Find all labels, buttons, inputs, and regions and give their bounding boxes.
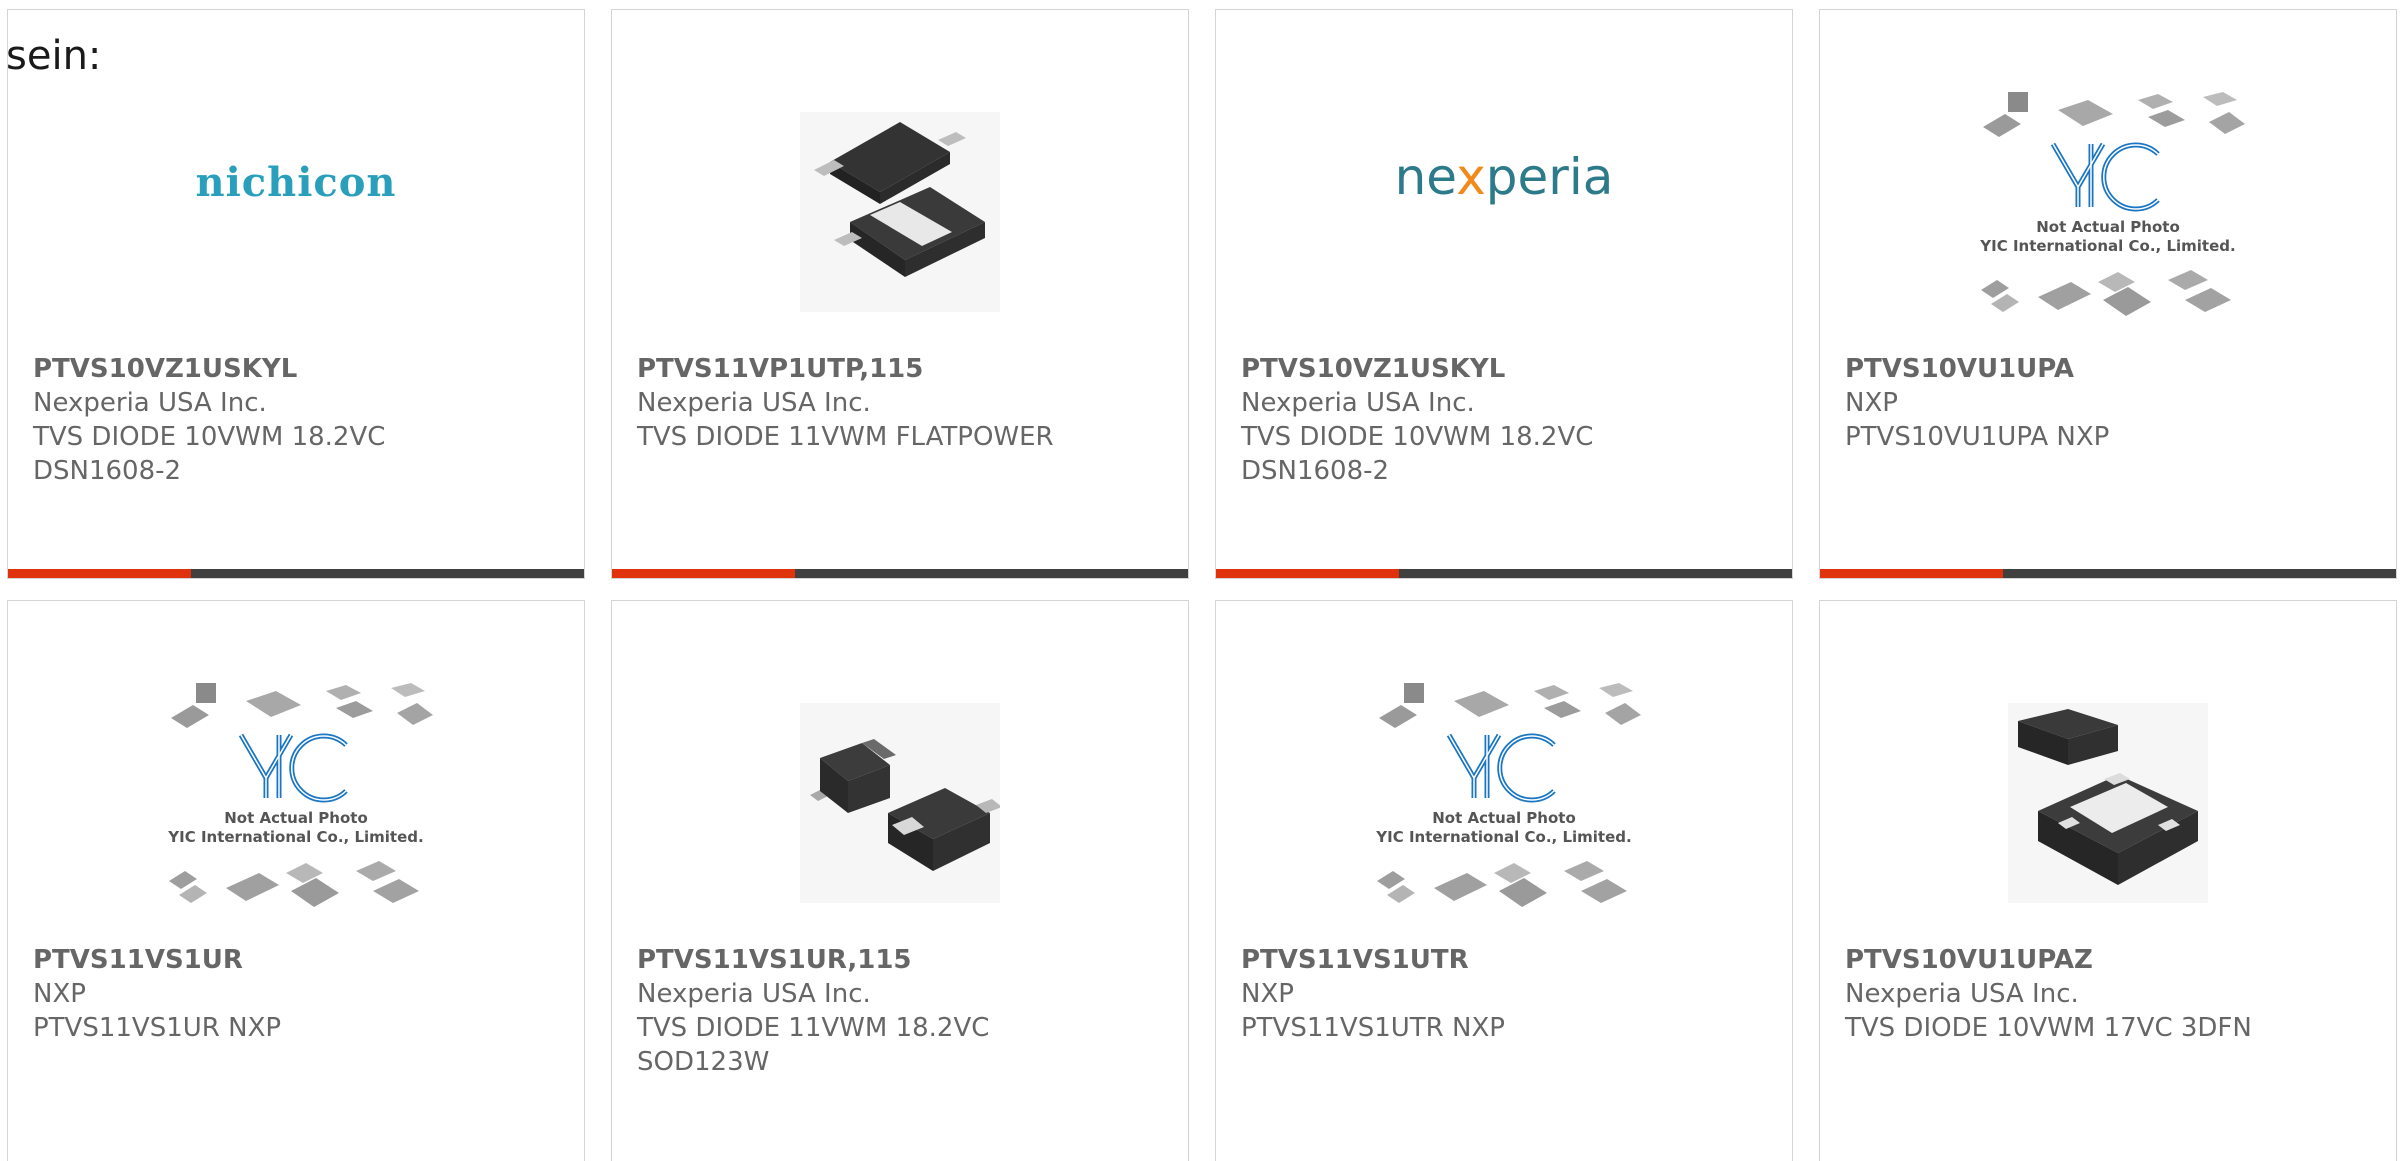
placeholder-line1: Not Actual Photo xyxy=(2036,218,2180,236)
product-image[interactable]: Not Actual Photo YIC International Co., … xyxy=(1820,72,2396,352)
intro-text: sein: xyxy=(6,33,102,79)
manufacturer: NXP xyxy=(1241,979,1294,1009)
card-bar-accent xyxy=(612,569,795,578)
sod123w-diode-photo xyxy=(800,703,1000,903)
manufacturer: NXP xyxy=(33,979,86,1009)
product-image[interactable]: nichicon xyxy=(8,72,584,352)
product-image[interactable] xyxy=(612,663,1188,943)
card-bar-accent xyxy=(8,569,191,578)
product-card[interactable]: PTVS10VU1UPAZ Nexperia USA Inc. TVS DIOD… xyxy=(1819,600,2397,1161)
product-info: PTVS10VZ1USKYL Nexperia USA Inc. TVS DIO… xyxy=(1241,352,1772,488)
product-image[interactable] xyxy=(612,72,1188,352)
product-card[interactable]: Not Actual Photo YIC International Co., … xyxy=(7,600,585,1161)
product-card[interactable]: nexperia PTVS10VZ1USKYL Nexperia USA Inc… xyxy=(1215,9,1793,579)
part-number[interactable]: PTVS10VU1UPA xyxy=(1845,352,2376,386)
product-image[interactable]: Not Actual Photo YIC International Co., … xyxy=(1216,663,1792,943)
product-info: PTVS10VZ1USKYL Nexperia USA Inc. TVS DIO… xyxy=(33,352,564,488)
part-number[interactable]: PTVS11VS1UR,115 xyxy=(637,943,1168,977)
product-info: PTVS11VS1UR NXP PTVS11VS1UR NXP xyxy=(33,943,564,1045)
product-info: PTVS11VP1UTP,115 Nexperia USA Inc. TVS D… xyxy=(637,352,1168,454)
part-number[interactable]: PTVS11VS1UR xyxy=(33,943,564,977)
product-info: PTVS11VS1UTR NXP PTVS11VS1UTR NXP xyxy=(1241,943,1772,1045)
product-image[interactable]: Not Actual Photo YIC International Co., … xyxy=(8,663,584,943)
card-bar-accent xyxy=(1216,569,1399,578)
nexperia-logo-part: peria xyxy=(1485,148,1614,206)
product-card[interactable]: PTVS11VP1UTP,115 Nexperia USA Inc. TVS D… xyxy=(611,9,1189,579)
manufacturer: Nexperia USA Inc. xyxy=(1845,979,2079,1009)
package: DSN1608-2 xyxy=(33,456,182,486)
placeholder-line1: Not Actual Photo xyxy=(1432,809,1576,827)
manufacturer: Nexperia USA Inc. xyxy=(1241,388,1475,418)
description: TVS DIODE 10VWM 17VC 3DFN xyxy=(1845,1013,2252,1043)
product-info: PTVS10VU1UPAZ Nexperia USA Inc. TVS DIOD… xyxy=(1845,943,2376,1045)
product-info: PTVS10VU1UPA NXP PTVS10VU1UPA NXP xyxy=(1845,352,2376,454)
nexperia-logo: nexperia xyxy=(1395,148,1614,206)
part-number[interactable]: PTVS10VZ1USKYL xyxy=(33,352,564,386)
card-bottom-bar xyxy=(8,569,584,578)
flatpower-diode-photo xyxy=(800,112,1000,312)
nexperia-logo-x: x xyxy=(1456,148,1486,206)
description: PTVS10VU1UPA NXP xyxy=(1845,422,2110,452)
manufacturer: Nexperia USA Inc. xyxy=(637,388,871,418)
product-info: PTVS11VS1UR,115 Nexperia USA Inc. TVS DI… xyxy=(637,943,1168,1079)
product-card[interactable]: nichicon PTVS10VZ1USKYL Nexperia USA Inc… xyxy=(7,9,585,579)
description: TVS DIODE 11VWM 18.2VC xyxy=(637,1013,990,1043)
part-number[interactable]: PTVS11VP1UTP,115 xyxy=(637,352,1168,386)
yic-placeholder-image: Not Actual Photo YIC International Co., … xyxy=(167,683,433,907)
placeholder-line1: Not Actual Photo xyxy=(224,809,368,827)
product-card[interactable]: Not Actual Photo YIC International Co., … xyxy=(1819,9,2397,579)
product-card[interactable]: Not Actual Photo YIC International Co., … xyxy=(1215,600,1793,1161)
card-bar-accent xyxy=(1820,569,2003,578)
description: PTVS11VS1UTR NXP xyxy=(1241,1013,1505,1043)
product-card[interactable]: PTVS11VS1UR,115 Nexperia USA Inc. TVS DI… xyxy=(611,600,1189,1161)
placeholder-line2: YIC International Co., Limited. xyxy=(1375,828,1631,846)
placeholder-line2: YIC International Co., Limited. xyxy=(1979,237,2235,255)
product-image[interactable]: nexperia xyxy=(1216,72,1792,352)
manufacturer: Nexperia USA Inc. xyxy=(637,979,871,1009)
description: PTVS11VS1UR NXP xyxy=(33,1013,282,1043)
description: TVS DIODE 10VWM 18.2VC xyxy=(1241,422,1594,452)
dfn-package-photo xyxy=(2008,703,2208,903)
part-number[interactable]: PTVS10VZ1USKYL xyxy=(1241,352,1772,386)
nichicon-logo: nichicon xyxy=(195,158,397,206)
package: DSN1608-2 xyxy=(1241,456,1390,486)
nexperia-logo-part: ne xyxy=(1394,148,1457,206)
package: SOD123W xyxy=(637,1047,770,1077)
product-image[interactable] xyxy=(1820,663,2396,943)
card-bottom-bar xyxy=(1820,569,2396,578)
placeholder-line2: YIC International Co., Limited. xyxy=(167,828,423,846)
part-number[interactable]: PTVS11VS1UTR xyxy=(1241,943,1772,977)
manufacturer: Nexperia USA Inc. xyxy=(33,388,267,418)
manufacturer: NXP xyxy=(1845,388,1898,418)
part-number[interactable]: PTVS10VU1UPAZ xyxy=(1845,943,2376,977)
description: TVS DIODE 11VWM FLATPOWER xyxy=(637,422,1054,452)
product-grid-page: sein: nichicon PTVS10VZ1USKYL Nexperia U… xyxy=(0,0,2400,1161)
card-bottom-bar xyxy=(1216,569,1792,578)
yic-placeholder-image: Not Actual Photo YIC International Co., … xyxy=(1979,92,2245,316)
description: TVS DIODE 10VWM 18.2VC xyxy=(33,422,386,452)
yic-placeholder-image: Not Actual Photo YIC International Co., … xyxy=(1375,683,1641,907)
card-bottom-bar xyxy=(612,569,1188,578)
